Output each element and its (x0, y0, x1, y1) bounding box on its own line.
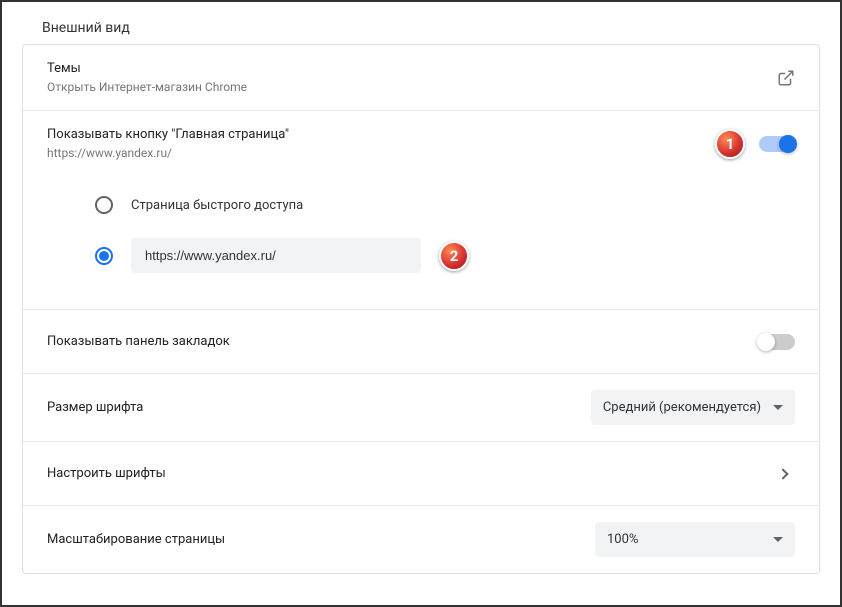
customize-fonts-title: Настроить шрифты (47, 466, 779, 481)
appearance-card: Темы Открыть Интернет-магазин Chrome Пок… (22, 44, 820, 574)
open-external-icon[interactable] (777, 69, 795, 87)
themes-text: Темы Открыть Интернет-магазин Chrome (47, 61, 777, 94)
dropdown-arrow-icon (773, 537, 783, 542)
home-button-text: Показывать кнопку "Главная страница" htt… (47, 127, 715, 160)
home-button-radio-group: Страница быстрого доступа 2 (23, 176, 819, 310)
home-url-input[interactable] (131, 238, 421, 273)
callout-marker-1: 1 (715, 129, 745, 159)
bookmarks-bar-row: Показывать панель закладок (23, 310, 819, 374)
font-size-value: Средний (рекомендуется) (603, 400, 761, 415)
font-size-title: Размер шрифта (47, 400, 591, 415)
bookmarks-bar-title: Показывать панель закладок (47, 334, 759, 349)
themes-title: Темы (47, 61, 777, 76)
customize-fonts-row[interactable]: Настроить шрифты (23, 442, 819, 506)
radio-quick-access-row[interactable]: Страница быстрого доступа (47, 184, 795, 226)
themes-row[interactable]: Темы Открыть Интернет-магазин Chrome (23, 45, 819, 111)
radio-url-row[interactable]: 2 (47, 226, 795, 285)
home-button-subtitle: https://www.yandex.ru/ (47, 146, 715, 160)
radio-custom-url[interactable] (95, 247, 113, 265)
font-size-text: Размер шрифта (47, 400, 591, 415)
zoom-value: 100% (607, 532, 638, 547)
bookmarks-bar-toggle[interactable] (759, 334, 795, 350)
zoom-select[interactable]: 100% (595, 522, 795, 557)
chevron-right-icon (777, 468, 788, 479)
callout-marker-2: 2 (439, 241, 469, 271)
bookmarks-bar-text: Показывать панель закладок (47, 334, 759, 349)
zoom-text: Масштабирование страницы (47, 532, 595, 547)
customize-fonts-text: Настроить шрифты (47, 466, 779, 481)
home-button-title: Показывать кнопку "Главная страница" (47, 127, 715, 142)
section-title: Внешний вид (2, 2, 840, 44)
callout-1-wrap: 1 (715, 129, 795, 159)
zoom-title: Масштабирование страницы (47, 532, 595, 547)
radio-quick-access[interactable] (95, 196, 113, 214)
dropdown-arrow-icon (773, 405, 783, 410)
radio-quick-access-label: Страница быстрого доступа (131, 198, 303, 213)
home-button-toggle[interactable] (759, 136, 795, 152)
home-button-row: Показывать кнопку "Главная страница" htt… (23, 111, 819, 176)
font-size-row: Размер шрифта Средний (рекомендуется) (23, 374, 819, 442)
font-size-select[interactable]: Средний (рекомендуется) (591, 390, 795, 425)
themes-subtitle: Открыть Интернет-магазин Chrome (47, 80, 777, 94)
zoom-row: Масштабирование страницы 100% (23, 506, 819, 573)
